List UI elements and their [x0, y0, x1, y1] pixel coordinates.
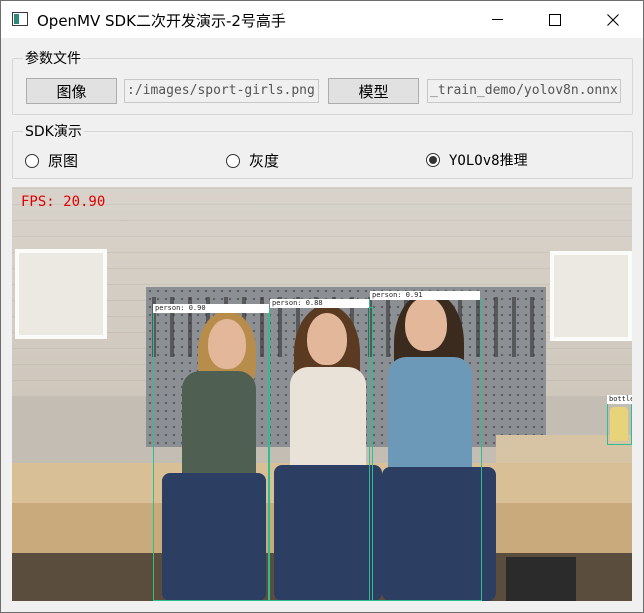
radio-grayscale[interactable]: 灰度	[226, 150, 279, 171]
photo-window-left	[15, 249, 107, 339]
radio-grayscale-label: 灰度	[249, 152, 280, 170]
close-button[interactable]	[590, 1, 636, 38]
params-group-title: 参数文件	[23, 48, 83, 68]
window-title: OpenMV SDK二次开发演示-2号高手	[37, 12, 286, 30]
detection-box-bottle	[607, 403, 632, 445]
photo-window-right	[550, 251, 632, 341]
detection-label: bottle	[607, 395, 632, 404]
detection-label: person: 0.91	[370, 291, 480, 300]
maximize-icon	[549, 13, 561, 26]
detection-box-person-1	[153, 312, 269, 601]
radio-yolov8-label: YOLOv8推理	[449, 153, 528, 169]
app-window-icon	[12, 12, 28, 26]
detection-label: person: 0.90	[153, 304, 269, 313]
close-icon	[607, 13, 619, 26]
fps-readout: FPS: 20.90	[21, 194, 106, 210]
model-button[interactable]: 模型	[328, 78, 419, 104]
radio-original-label: 原图	[48, 152, 79, 170]
minimize-button[interactable]	[474, 1, 520, 38]
maximize-button[interactable]	[532, 1, 578, 38]
model-path-field[interactable]: _train_demo/yolov8n.onnx	[427, 79, 621, 103]
image-viewer: person: 0.90 person: 0.88 person: 0.91 b…	[12, 187, 632, 601]
app-window: OpenMV SDK二次开发演示-2号高手 参数文件 图像 :/images/s…	[0, 0, 644, 613]
model-path-text: _train_demo/yolov8n.onnx	[430, 83, 618, 98]
detection-box-person-3	[369, 299, 482, 601]
image-button[interactable]: 图像	[26, 78, 117, 104]
detection-label: person: 0.88	[270, 299, 370, 308]
radio-indicator	[25, 153, 39, 168]
demo-groupbox	[12, 131, 633, 179]
title-bar[interactable]: OpenMV SDK二次开发演示-2号高手	[1, 1, 643, 38]
demo-group-title: SDK演示	[23, 121, 84, 141]
photo-crate	[506, 557, 576, 601]
radio-indicator-checked	[426, 153, 440, 167]
minimize-icon	[491, 19, 503, 20]
radio-yolov8[interactable]: YOLOv8推理	[426, 150, 528, 170]
image-path-field[interactable]: :/images/sport-girls.png	[124, 79, 319, 103]
detection-box-person-2	[269, 307, 373, 601]
radio-indicator	[226, 153, 240, 168]
radio-original[interactable]: 原图	[25, 150, 78, 171]
